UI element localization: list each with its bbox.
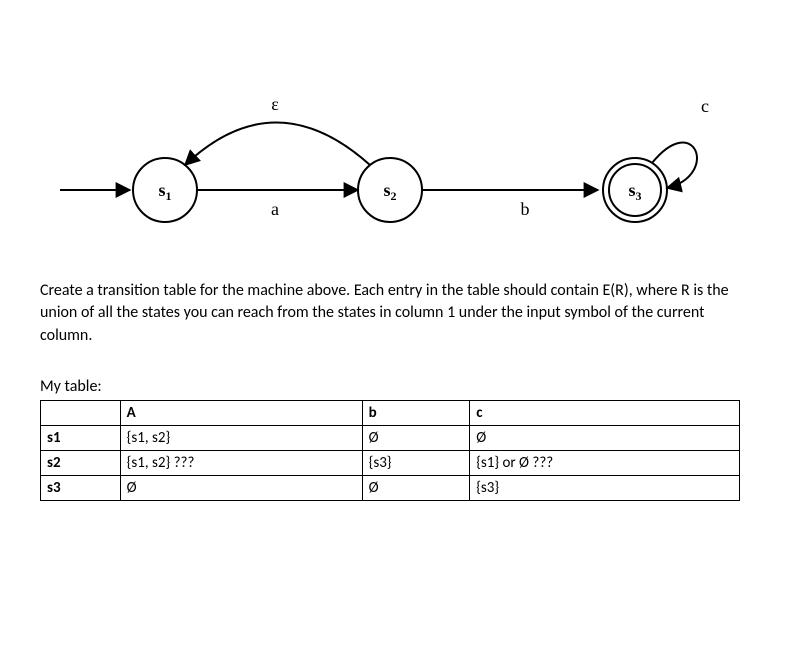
col-header-b: b (362, 401, 470, 426)
table-header-row: A b c (41, 401, 740, 426)
row-label-s2: s2 (41, 451, 121, 476)
col-header-c: c (470, 401, 740, 426)
cell-s1-b: Ø (362, 426, 470, 451)
cell-s3-c: {s3} (470, 476, 740, 501)
cell-s1-a: {s1, s2} (120, 426, 362, 451)
state-diagram: s1 a s2 ε b s3 c (40, 30, 740, 260)
edge-eps-label: ε (271, 94, 279, 114)
state-s1-label: s1 (158, 180, 171, 203)
table-row: s1 {s1, s2} Ø Ø (41, 426, 740, 451)
cell-s2-b: {s3} (362, 451, 470, 476)
cell-s3-a: Ø (120, 476, 362, 501)
cell-s1-c: Ø (470, 426, 740, 451)
edge-b-label: b (521, 199, 530, 219)
state-s2-label: s2 (383, 180, 396, 203)
edge-c-label: c (701, 96, 709, 116)
row-label-s3: s3 (41, 476, 121, 501)
edge-a-label: a (271, 199, 279, 219)
row-label-s1: s1 (41, 426, 121, 451)
table-row: s2 {s1, s2} ??? {s3} {s1} or Ø ??? (41, 451, 740, 476)
cell-s3-b: Ø (362, 476, 470, 501)
edge-s2-s1-eps (185, 123, 370, 166)
cell-s2-c: {s1} or Ø ??? (470, 451, 740, 476)
prompt-text: Create a transition table for the machin… (40, 280, 740, 347)
col-header-blank (41, 401, 121, 426)
table-row: s3 Ø Ø {s3} (41, 476, 740, 501)
state-s3-label: s3 (628, 180, 641, 203)
table-title: My table: (40, 377, 751, 396)
cell-s2-a: {s1, s2} ??? (120, 451, 362, 476)
col-header-a: A (120, 401, 362, 426)
transition-table: A b c s1 {s1, s2} Ø Ø s2 {s1, s2} ??? {s… (40, 400, 740, 501)
